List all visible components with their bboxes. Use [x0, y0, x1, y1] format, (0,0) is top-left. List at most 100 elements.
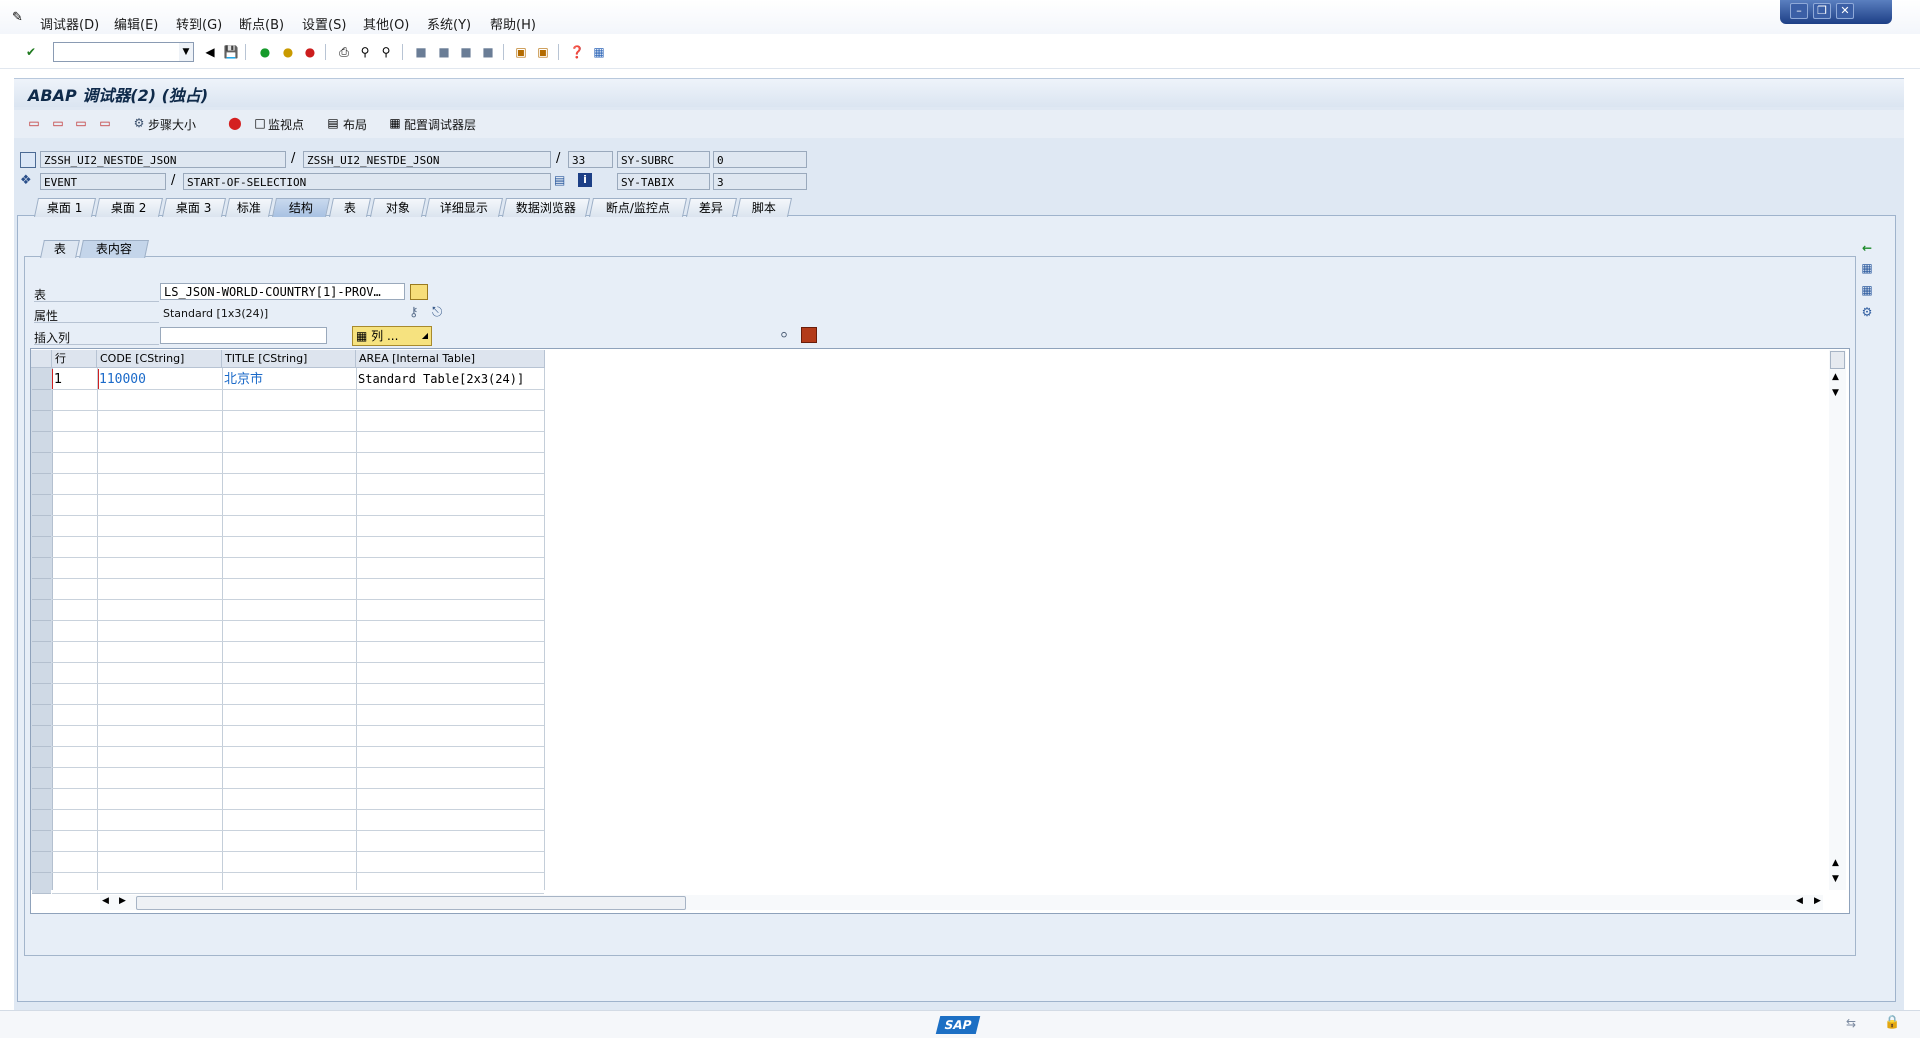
row-selector[interactable]	[32, 705, 51, 726]
scroll-left-icon[interactable]: ◀	[102, 896, 109, 906]
menu-debugger[interactable]: 调试器(D)	[40, 14, 99, 33]
save-icon[interactable]: 💾	[223, 44, 239, 60]
tab-detail[interactable]: 详细显示	[424, 198, 504, 217]
tab-desktop3[interactable]: 桌面 3	[161, 198, 227, 217]
scroll-down-icon[interactable]: ▼	[1832, 388, 1839, 398]
command-field[interactable]: ▼	[53, 42, 194, 62]
line-field[interactable]: 33	[568, 151, 613, 168]
tab-breakpoints[interactable]: 断点/监控点	[588, 198, 688, 217]
continue-icon[interactable]: ▭	[97, 115, 113, 131]
menu-edit[interactable]: 编辑(E)	[114, 14, 158, 33]
row-selector[interactable]	[32, 663, 51, 684]
row-selector[interactable]	[32, 600, 51, 621]
services-icon[interactable]: ⚙	[1859, 304, 1875, 320]
tab-desktop2[interactable]: 桌面 2	[94, 198, 164, 217]
event-name-field[interactable]: START-OF-SELECTION	[183, 173, 551, 190]
prev-page-icon[interactable]: ■	[436, 44, 452, 60]
back-icon[interactable]: ●	[257, 44, 273, 60]
sy-subrc-value[interactable]: 0	[713, 151, 807, 168]
info-icon[interactable]: i	[578, 173, 592, 187]
layout-menu-icon[interactable]: ▦	[591, 44, 607, 60]
tab-standard[interactable]: 标准	[224, 198, 274, 217]
new-session-icon[interactable]: ▣	[513, 44, 529, 60]
chevron-down-icon[interactable]: ▼	[179, 43, 193, 61]
tab-object[interactable]: 对象	[369, 198, 427, 217]
menu-system[interactable]: 系统(Y)	[427, 14, 471, 33]
swap-tool-icon[interactable]: ▦	[1859, 282, 1875, 298]
layout-icon[interactable]: ▤	[325, 115, 341, 131]
program-field[interactable]: ZSSH_UI2_NESTDE_JSON	[40, 151, 286, 168]
row-selector[interactable]	[32, 390, 51, 411]
include-field[interactable]: ZSSH_UI2_NESTDE_JSON	[303, 151, 551, 168]
close-icon[interactable]: ✕	[1836, 3, 1854, 19]
table-lookup-icon[interactable]	[410, 284, 428, 300]
new-tool-icon[interactable]: ▦	[1859, 260, 1875, 276]
first-page-icon[interactable]: ■	[413, 44, 429, 60]
subtab-table-content[interactable]: 表内容	[79, 240, 149, 258]
tab-diff[interactable]: 差异	[685, 198, 738, 217]
tab-script[interactable]: 脚本	[735, 198, 793, 217]
scroll-right-icon[interactable]: ▶	[1814, 896, 1821, 906]
cell-area[interactable]: Standard Table[2x3(24)]	[356, 369, 544, 390]
row-selector[interactable]	[32, 873, 51, 894]
step-return-icon[interactable]: ▭	[73, 115, 89, 131]
cell-code[interactable]: 110000	[97, 369, 222, 390]
layout-button[interactable]: 布局	[343, 116, 367, 133]
column-header-row[interactable]: 行	[52, 350, 97, 368]
table-name-input[interactable]: LS_JSON-WORLD-COUNTRY[1]-PROV…	[160, 283, 405, 300]
column-header-title[interactable]: TITLE [CString]	[222, 350, 356, 368]
row-selector[interactable]	[32, 558, 51, 579]
cell-title[interactable]: 北京市	[222, 369, 356, 390]
sy-tabix-value[interactable]: 3	[713, 173, 807, 190]
row-selector[interactable]	[32, 495, 51, 516]
config-layer-icon[interactable]: ▦	[387, 115, 403, 131]
row-selector[interactable]	[32, 516, 51, 537]
menu-goto[interactable]: 转到(G)	[176, 14, 222, 33]
lock-icon[interactable]: 🔒	[1884, 1015, 1900, 1030]
tab-table[interactable]: 表	[328, 198, 372, 217]
share-icon[interactable]: ⎋	[432, 305, 442, 320]
watchpoint-icon[interactable]: □	[252, 115, 268, 131]
shortcut-icon[interactable]: ▣	[535, 44, 551, 60]
find-icon[interactable]: ⚲	[357, 44, 373, 60]
find-next-icon[interactable]: ⚲	[378, 44, 394, 60]
insert-column-input[interactable]	[160, 327, 327, 344]
scroll-right-icon[interactable]: ▶	[119, 896, 126, 906]
step-over-icon[interactable]: ▭	[50, 115, 66, 131]
row-selector[interactable]	[32, 852, 51, 873]
row-selector[interactable]	[32, 810, 51, 831]
row-selector[interactable]	[32, 684, 51, 705]
columns-button[interactable]: ▦ 列 ... ◢	[352, 326, 432, 346]
config-layer-button[interactable]: 配置调试器层	[404, 116, 476, 133]
clip-icon[interactable]: ⚪	[779, 328, 789, 342]
help-icon[interactable]: ❓	[569, 44, 585, 60]
tab-data-browser[interactable]: 数据浏览器	[501, 198, 591, 217]
row-selector[interactable]	[32, 369, 51, 390]
arrow-left-icon[interactable]: ←	[1859, 240, 1875, 256]
next-page-icon[interactable]: ■	[458, 44, 474, 60]
save-local-icon[interactable]	[801, 327, 817, 343]
scroll-thumb[interactable]	[1830, 351, 1845, 369]
vertical-scrollbar[interactable]: ▲ ▼ ▲ ▼	[1829, 350, 1846, 890]
check-icon[interactable]: ✔	[23, 44, 39, 60]
back-arrow-icon[interactable]: ◀	[202, 44, 218, 60]
tab-structure[interactable]: 结构	[271, 198, 331, 217]
scroll-thumb[interactable]	[136, 896, 686, 910]
row-selector[interactable]	[32, 411, 51, 432]
watchpoint-button[interactable]: 监视点	[268, 116, 304, 133]
status-arrows-icon[interactable]: ⇆	[1846, 1016, 1856, 1030]
exit-icon[interactable]: ●	[280, 44, 296, 60]
system-menu-icon[interactable]: ✎	[12, 10, 28, 25]
step-size-icon[interactable]: ⚙	[131, 115, 147, 131]
row-selector[interactable]	[32, 537, 51, 558]
tab-desktop1[interactable]: 桌面 1	[33, 198, 97, 217]
menu-breakpoint[interactable]: 断点(B)	[239, 14, 284, 33]
print-icon[interactable]: ⎙	[336, 44, 352, 60]
last-page-icon[interactable]: ■	[480, 44, 496, 60]
row-selector[interactable]	[32, 747, 51, 768]
column-header-code[interactable]: CODE [CString]	[97, 350, 222, 368]
key-icon[interactable]: ⚷	[409, 305, 419, 320]
event-type-field[interactable]: EVENT	[40, 173, 166, 190]
menu-help[interactable]: 帮助(H)	[490, 14, 536, 33]
row-selector[interactable]	[32, 726, 51, 747]
